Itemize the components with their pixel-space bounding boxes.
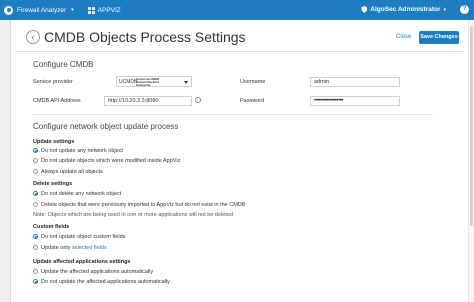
chevron-down-icon[interactable]: ▾	[71, 7, 74, 13]
radio-apps-manual[interactable]	[33, 279, 38, 284]
info-icon[interactable]: i	[195, 97, 201, 103]
service-provider-value: UCMDB	[119, 79, 138, 85]
password-label: Password	[240, 98, 265, 104]
radio-apps-manual-label[interactable]: Do not update the affected applications …	[41, 279, 170, 285]
left-sidebar	[0, 20, 11, 302]
password-input[interactable]: ••••••••••••••••••	[310, 96, 400, 106]
scrollbar-thumb[interactable]	[470, 26, 473, 226]
save-changes-button[interactable]: Save Changes	[419, 31, 459, 44]
delete-settings-heading: Delete settings	[33, 181, 73, 187]
chevron-down-icon	[184, 81, 188, 84]
appviz-switch-link[interactable]: APPVIZ	[98, 7, 121, 14]
radio-delete-missing-label[interactable]: Delete objects that were previously impo…	[41, 202, 245, 208]
update-settings-heading: Update settings	[33, 139, 75, 145]
custom-fields-heading: Custom fields	[33, 224, 70, 230]
chevron-down-icon: ▾	[443, 6, 446, 13]
back-button[interactable]: ‹	[26, 30, 40, 44]
radio-update-all[interactable]	[33, 169, 38, 174]
radio-delete-missing[interactable]	[33, 202, 38, 207]
affected-apps-heading: Update affected applications settings	[33, 259, 131, 265]
username-label: Username	[240, 79, 266, 85]
app-switcher-icon[interactable]	[87, 6, 95, 14]
radio-delete-none-label[interactable]: Do not delete any network object	[41, 191, 121, 197]
delete-note: Note: Objects which are being used in on…	[33, 212, 233, 218]
service-provider-vendor-logo: Universal CMDB Hewlett Packard Enterpris…	[136, 77, 160, 88]
radio-custom-selected-label[interactable]: Update only selected fields	[41, 245, 107, 251]
update-process-title: Configure network object update process	[33, 122, 179, 131]
scrollbar[interactable]	[468, 20, 474, 302]
radio-custom-selected[interactable]	[33, 245, 38, 250]
user-name: AlgoSec Administrator	[370, 6, 441, 13]
radio-update-unmodified-label[interactable]: Do not update objects which were modifie…	[41, 158, 180, 164]
radio-update-none[interactable]	[33, 148, 38, 153]
radio-update-none-label[interactable]: Do not update any network object	[41, 148, 123, 154]
page-title: CMDB Objects Process Settings	[44, 29, 246, 45]
cmdb-api-address-input[interactable]: http://10.20.3.3:8080	[104, 96, 192, 106]
service-provider-select[interactable]: UCMDB Universal CMDB Hewlett Packard Ent…	[116, 76, 192, 87]
header-divider	[16, 51, 464, 52]
radio-delete-none[interactable]	[33, 191, 38, 196]
radio-apps-auto[interactable]	[33, 269, 38, 274]
service-provider-label: Service provider	[33, 79, 73, 85]
close-button[interactable]: Close	[396, 34, 411, 40]
radio-update-all-label[interactable]: Always update all objects	[41, 169, 103, 175]
top-bar: Firewall Analyzer ▾ APPVIZ AlgoSec Admin…	[0, 0, 474, 20]
help-icon[interactable]: ?	[460, 5, 469, 14]
section-divider	[33, 114, 433, 115]
user-menu[interactable]: AlgoSec Administrator ▾	[361, 6, 446, 13]
radio-custom-none[interactable]	[33, 234, 38, 239]
algosec-logo-icon	[4, 5, 13, 15]
radio-apps-auto-label[interactable]: Update the affected applications automat…	[41, 269, 153, 275]
selected-fields-link[interactable]: selected fields	[72, 245, 107, 251]
shield-icon	[361, 6, 368, 13]
username-input[interactable]: admin	[310, 77, 400, 87]
cmdb-api-address-label: CMDB API Address	[33, 98, 81, 104]
radio-custom-none-label[interactable]: Do not update object custom fields	[41, 234, 125, 240]
configure-cmdb-title: Configure CMDB	[33, 60, 94, 69]
app-name[interactable]: Firewall Analyzer	[17, 7, 66, 14]
radio-update-unmodified[interactable]	[33, 158, 38, 163]
